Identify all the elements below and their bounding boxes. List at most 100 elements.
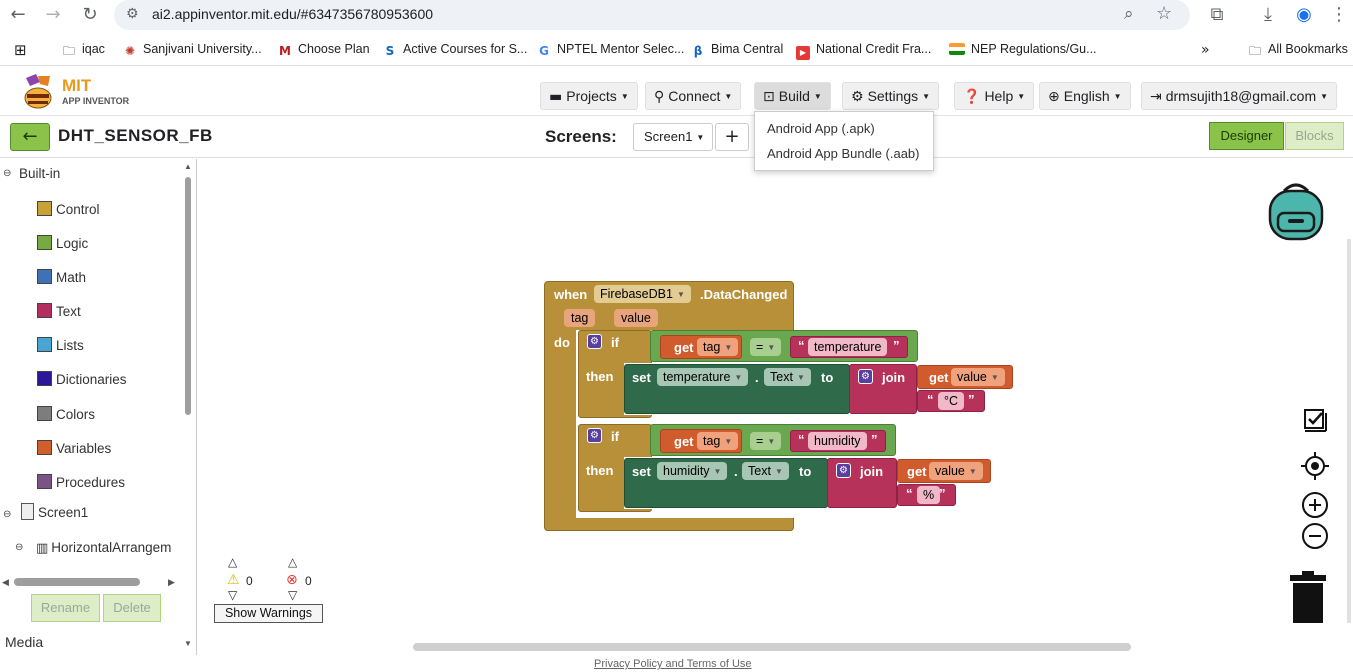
bookmark-item[interactable]: β Bima Central [691,42,784,58]
back-button[interactable]: ← [10,123,50,151]
bookmark-item[interactable]: ▶ National Credit Fra... [796,42,931,60]
blocks-button[interactable]: Blocks [1285,122,1344,150]
palette-vertical-scrollbar[interactable]: ▲ ▼ [184,162,192,648]
category-colors[interactable]: Colors [37,406,95,422]
apps-grid-icon[interactable]: ⊞ [14,41,27,59]
error-next-icon[interactable]: ▽ [288,588,297,602]
workspace-horizontal-scrollbar[interactable] [413,643,1131,651]
arrangement-node[interactable]: ▥ HorizontalArrangem [36,540,171,556]
warning-icon: ⚠ [227,572,240,588]
profile-icon[interactable]: ◉ [1293,5,1315,25]
operator-dropdown[interactable]: = ▼ [750,432,782,450]
component-dropdown[interactable]: humidity ▼ [657,462,728,480]
param-tag[interactable]: tag [564,309,596,327]
trash-icon[interactable] [1288,571,1328,623]
bookmark-item[interactable]: 🗀 iqac [62,42,105,58]
zoom-icon[interactable]: ⌕ [1124,4,1134,24]
build-menu[interactable]: ⊡ Build ▼ [754,82,831,110]
zoom-out-icon[interactable] [1301,522,1329,550]
text-field[interactable]: temperature [808,338,888,356]
browser-menu-icon[interactable]: ⋮ [1328,5,1350,25]
delete-button[interactable]: Delete [103,594,161,622]
build-apk-item[interactable]: Android App (.apk) [767,121,875,136]
text-field[interactable]: °C [938,392,965,410]
settings-menu[interactable]: ⚙ Settings ▼ [842,82,940,110]
add-screen-button[interactable]: + [715,123,749,151]
category-dictionaries[interactable]: Dictionaries [37,371,127,387]
mit-app-inventor-logo[interactable]: MIT APP INVENTOR [18,74,138,112]
extensions-icon[interactable]: ⧉ [1206,5,1228,25]
category-math[interactable]: Math [37,269,86,285]
cleanup-checklist-icon[interactable] [1302,407,1328,433]
projects-menu[interactable]: ▬ Projects ▼ [540,82,638,110]
scroll-left-icon[interactable]: ◀ [2,577,9,588]
screen-selector[interactable]: Screen1 ▼ [633,123,713,151]
var-dropdown[interactable]: tag ▼ [697,338,739,356]
forward-arrow-icon[interactable]: → [42,5,64,25]
bookmark-item[interactable]: NEP Regulations/Gu... [949,42,1097,56]
workspace-vertical-scrollbar[interactable] [1347,239,1351,623]
all-bookmarks[interactable]: 🗀 All Bookmarks [1248,42,1348,58]
warning-next-icon[interactable]: ▽ [228,588,237,602]
blocks-workspace[interactable]: when FirebaseDB1 ▼ .DataChanged tag value… [198,159,1353,655]
bookmark-star-icon[interactable]: ☆ [1156,3,1172,24]
backpack-icon[interactable] [1264,179,1328,243]
property-dropdown[interactable]: Text ▼ [764,368,811,386]
download-icon[interactable]: ⤓ [1257,5,1279,25]
collapse-icon[interactable]: ⊖ [3,509,11,520]
category-logic[interactable]: Logic [37,235,88,251]
site-settings-icon[interactable]: ⚙ [126,6,139,22]
media-section[interactable]: Media [5,634,43,650]
zoom-in-icon[interactable] [1301,491,1329,519]
address-bar[interactable]: ⚙ ai2.appinventor.mit.edu/#6347356780953… [114,0,1190,30]
var-dropdown[interactable]: value ▼ [929,462,983,480]
privacy-policy-link[interactable]: Privacy Policy and Terms of Use [594,658,752,670]
component-dropdown[interactable]: FirebaseDB1 ▼ [594,285,691,303]
component-dropdown[interactable]: temperature ▼ [657,368,749,386]
category-control[interactable]: Control [37,201,100,217]
back-arrow-icon[interactable]: ← [7,5,29,25]
mutator-gear-icon[interactable]: ⚙ [858,369,873,384]
param-value[interactable]: value [614,309,658,327]
category-variables[interactable]: Variables [37,440,111,456]
more-bookmarks-icon[interactable]: » [1201,42,1210,58]
category-text[interactable]: Text [37,303,81,319]
colors-swatch-icon [37,406,52,421]
account-menu[interactable]: ⇥ drmsujith18@gmail.com ▼ [1141,82,1338,110]
language-menu[interactable]: ⊕ English ▼ [1039,82,1131,110]
bookmark-item[interactable]: G NPTEL Mentor Selec... [537,42,684,58]
help-menu[interactable]: ❓ Help ▼ [954,82,1035,110]
operator-dropdown[interactable]: = ▼ [750,338,782,356]
designer-button[interactable]: Designer [1209,122,1284,150]
text-field[interactable]: % [917,486,941,504]
var-dropdown[interactable]: value ▼ [951,368,1005,386]
var-dropdown[interactable]: tag ▼ [697,432,739,450]
bookmark-item[interactable]: S Active Courses for S... [383,42,528,58]
reload-icon[interactable]: ↻ [79,5,101,25]
builtin-node[interactable]: Built-in [19,166,60,181]
build-aab-item[interactable]: Android App Bundle (.aab) [767,146,920,161]
category-lists[interactable]: Lists [37,337,84,353]
url-text[interactable]: ai2.appinventor.mit.edu/#634735678095360… [152,6,433,22]
flag-icon [949,43,965,55]
mutator-gear-icon[interactable]: ⚙ [836,463,851,478]
palette-horizontal-scrollbar[interactable] [14,578,140,586]
connect-menu[interactable]: ⚲ Connect ▼ [645,82,742,110]
recenter-target-icon[interactable] [1300,451,1330,481]
scroll-right-icon[interactable]: ▶ [168,577,175,588]
collapse-icon[interactable]: ⊖ [3,168,11,179]
rename-button[interactable]: Rename [31,594,100,622]
error-icon: ⊗ [286,572,298,588]
text-field[interactable]: humidity [808,432,867,450]
bookmark-item[interactable]: ✺ Sanjivani University... [123,42,262,58]
screen1-node[interactable]: Screen1 [21,503,88,520]
bookmark-item[interactable]: M Choose Plan [278,42,370,58]
mutator-gear-icon[interactable]: ⚙ [587,428,602,443]
warning-prev-icon[interactable]: △ [228,555,237,569]
show-warnings-button[interactable]: Show Warnings [214,604,323,623]
category-procedures[interactable]: Procedures [37,474,125,490]
mutator-gear-icon[interactable]: ⚙ [587,334,602,349]
error-prev-icon[interactable]: △ [288,555,297,569]
collapse-icon[interactable]: ⊖ [15,542,23,553]
property-dropdown[interactable]: Text ▼ [742,462,789,480]
